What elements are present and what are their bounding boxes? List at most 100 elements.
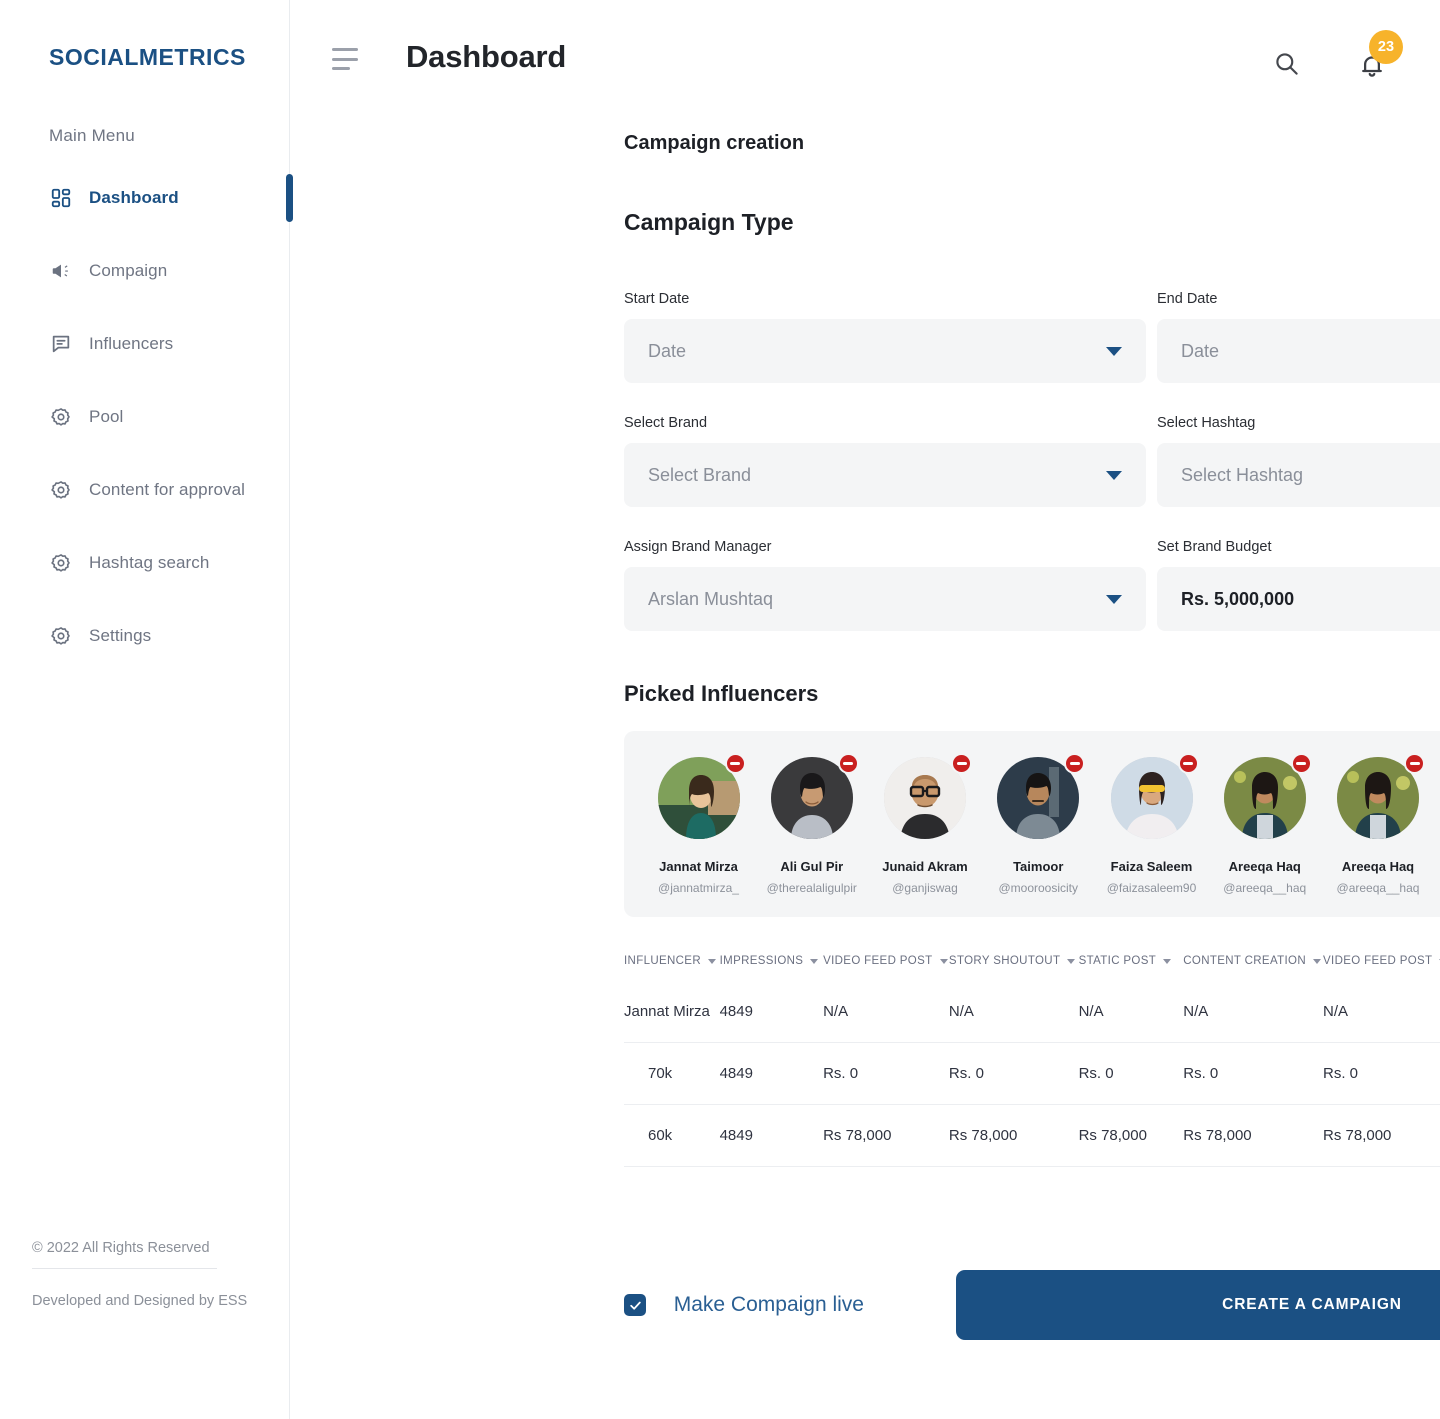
remove-influencer-button[interactable] bbox=[837, 753, 859, 774]
picked-influencers-list: Jannat Mirza @jannatmirza_ Ali Gul Pir @… bbox=[624, 731, 1440, 917]
hamburger-icon[interactable] bbox=[332, 48, 358, 70]
checkbox-icon[interactable] bbox=[624, 1294, 646, 1316]
notifications-button[interactable]: 23 bbox=[1353, 30, 1409, 90]
chevron-down-icon bbox=[1106, 470, 1122, 480]
gear-icon bbox=[49, 551, 73, 575]
column-impressions[interactable]: IMPRESSIONS bbox=[720, 947, 823, 981]
make-campaign-live-label: Make Compaign live bbox=[673, 1293, 864, 1317]
cell-video-feed-post-2: Rs 78,000 bbox=[1323, 1104, 1440, 1167]
sidebar-nav: Dashboard Compaign Influencers Pool Cont… bbox=[0, 170, 293, 664]
column-video-feed-post-1[interactable]: VIDEO FEED POST bbox=[823, 947, 949, 981]
cell-influencer: 70k bbox=[624, 1042, 720, 1105]
column-video-feed-post-2[interactable]: VIDEO FEED POST bbox=[1323, 947, 1440, 981]
influencer-handle: @areeqa__haq bbox=[1223, 881, 1307, 895]
brand-budget-input[interactable]: Rs. 5,000,000 bbox=[1157, 567, 1440, 631]
cell-story-shoutout: N/A bbox=[948, 1003, 974, 1020]
list-item[interactable]: Taimoor @mooroosicity bbox=[982, 753, 1095, 895]
influencer-handle: @faizasaleem90 bbox=[1106, 881, 1197, 895]
metrics-table: INFLUENCER IMPRESSIONS VIDEO FEED POST S… bbox=[624, 947, 1440, 1167]
sidebar-item-label: Dashboard bbox=[89, 188, 179, 207]
gear-icon bbox=[49, 478, 73, 502]
grid-icon bbox=[49, 186, 73, 210]
sidebar-footer: © 2022 All Rights Reserved Developed and… bbox=[32, 1240, 262, 1309]
field-end-date: End Date Date bbox=[1157, 291, 1440, 383]
column-content-creation[interactable]: CONTENT CREATION bbox=[1183, 947, 1323, 981]
sidebar: SOCIALMETRICS Main Menu Dashboard Compai… bbox=[0, 0, 293, 1419]
list-item[interactable]: Faiza Saleem @faizasaleem90 bbox=[1095, 753, 1208, 895]
sidebar-item-influencers[interactable]: Influencers bbox=[0, 316, 289, 372]
influencer-handle: @therealaligulpir bbox=[766, 881, 857, 895]
column-influencer[interactable]: INFLUENCER bbox=[624, 947, 720, 981]
cell-content-creation: N/A bbox=[1183, 1003, 1209, 1020]
start-date-select[interactable]: Date bbox=[624, 319, 1146, 383]
app-root: SOCIALMETRICS Main Menu Dashboard Compai… bbox=[0, 0, 1440, 1419]
brand-select[interactable]: Select Brand bbox=[624, 443, 1146, 507]
sidebar-item-pool[interactable]: Pool bbox=[0, 389, 289, 445]
field-select-hashtag: Select Hashtag Select Hashtag bbox=[1157, 415, 1440, 507]
column-static-post[interactable]: STATIC POST bbox=[1079, 947, 1184, 981]
list-item[interactable]: Areeqa Haq @areeqa__haq bbox=[1208, 753, 1321, 895]
field-brand-manager: Assign Brand Manager Arslan Mushtaq bbox=[624, 539, 1146, 631]
influencer-name: Faiza Saleem bbox=[1110, 859, 1193, 874]
sidebar-item-hashtag-search[interactable]: Hashtag search bbox=[0, 535, 289, 591]
sidebar-item-content-for-approval[interactable]: Content for approval bbox=[0, 462, 289, 518]
column-label: STATIC POST bbox=[1078, 955, 1157, 967]
field-select-brand: Select Brand Select Brand bbox=[624, 415, 1146, 507]
field-label: Set Brand Budget bbox=[1157, 539, 1272, 555]
sidebar-item-compaign[interactable]: Compaign bbox=[0, 243, 289, 299]
column-label: INFLUENCER bbox=[624, 955, 701, 967]
cell-video-feed-post-2: N/A bbox=[1323, 1003, 1349, 1020]
list-item[interactable]: Areeqa Haq @areeqa__haq bbox=[1322, 753, 1435, 895]
make-campaign-live-toggle[interactable]: Make Compaign live bbox=[624, 1291, 914, 1319]
cell-video-feed-post-1: N/A bbox=[823, 1003, 849, 1020]
table-row[interactable]: Jannat Mirza 4849 N/A N/A N/A N/A N/A N/… bbox=[624, 981, 1440, 1043]
sidebar-item-label: Content for approval bbox=[89, 480, 246, 499]
table-header: INFLUENCER IMPRESSIONS VIDEO FEED POST S… bbox=[624, 947, 1440, 981]
sidebar-section-title: Main Menu bbox=[49, 126, 135, 145]
remove-influencer-button[interactable] bbox=[1404, 753, 1425, 774]
sidebar-item-dashboard[interactable]: Dashboard bbox=[0, 170, 293, 226]
main-area: Dashboard 23 Campaign creation Campaign … bbox=[290, 0, 1440, 1419]
table-body: Jannat Mirza 4849 N/A N/A N/A N/A N/A N/… bbox=[624, 981, 1440, 1167]
column-label: VIDEO FEED POST bbox=[823, 955, 933, 967]
list-item[interactable]: Junaid Akram @ganjiswag bbox=[869, 753, 982, 895]
column-label: CONTENT CREATION bbox=[1183, 955, 1306, 967]
field-value: Rs. 5,000,000 bbox=[1181, 588, 1295, 609]
column-story-shoutout[interactable]: STORY SHOUTOUT bbox=[949, 947, 1079, 981]
hashtag-select[interactable]: Select Hashtag bbox=[1157, 443, 1440, 507]
chevron-down-icon bbox=[1106, 346, 1122, 356]
influencer-handle: @areeqa__haq bbox=[1435, 881, 1440, 895]
chevron-down-icon bbox=[707, 958, 716, 964]
remove-influencer-button[interactable] bbox=[1290, 753, 1312, 774]
end-date-select[interactable]: Date bbox=[1157, 319, 1440, 383]
list-item[interactable]: Areeqa Haq @areeqa__haq bbox=[1435, 757, 1440, 895]
remove-influencer-button[interactable] bbox=[951, 753, 972, 774]
table-row[interactable]: 70k 4849 Rs. 0 Rs. 0 Rs. 0 Rs. 0 Rs. 0 R… bbox=[624, 1042, 1440, 1105]
field-label: End Date bbox=[1157, 291, 1218, 307]
breadcrumb: Campaign creation bbox=[624, 132, 805, 154]
cell-static-post: Rs. 0 bbox=[1078, 1042, 1184, 1105]
create-campaign-button[interactable]: CREATE A CAMPAIGN bbox=[956, 1270, 1440, 1340]
field-label: Select Hashtag bbox=[1157, 415, 1256, 431]
cell-influencer: 60k bbox=[624, 1104, 720, 1167]
sidebar-item-settings[interactable]: Settings bbox=[0, 608, 289, 664]
remove-influencer-button[interactable] bbox=[1177, 753, 1199, 774]
list-item[interactable]: Ali Gul Pir @therealaligulpir bbox=[755, 753, 868, 895]
search-icon[interactable] bbox=[1265, 41, 1309, 85]
gear-icon bbox=[49, 405, 73, 429]
credit-text: Developed and Designed by ESS bbox=[32, 1293, 248, 1309]
list-item[interactable]: Jannat Mirza @jannatmirza_ bbox=[642, 753, 755, 895]
remove-influencer-button[interactable] bbox=[724, 753, 746, 774]
influencer-name: Junaid Akram bbox=[882, 859, 968, 874]
field-value: Date bbox=[1181, 340, 1220, 361]
cell-content-creation: Rs 78,000 bbox=[1183, 1104, 1324, 1167]
brand-manager-select[interactable]: Arslan Mushtaq bbox=[624, 567, 1146, 631]
picked-influencers-title: Picked Influencers bbox=[624, 681, 819, 706]
topbar-actions: 23 Ali Zafar @ali_zafar bbox=[1265, 30, 1440, 90]
brand-logo[interactable]: SOCIALMETRICS bbox=[0, 0, 289, 71]
remove-influencer-button[interactable] bbox=[1064, 753, 1086, 774]
table-row[interactable]: 60k 4849 Rs 78,000 Rs 78,000 Rs 78,000 R… bbox=[624, 1104, 1440, 1167]
sidebar-item-label: Pool bbox=[89, 407, 124, 426]
influencer-name: Areeqa Haq bbox=[1341, 859, 1415, 874]
field-label: Select Brand bbox=[624, 415, 708, 431]
